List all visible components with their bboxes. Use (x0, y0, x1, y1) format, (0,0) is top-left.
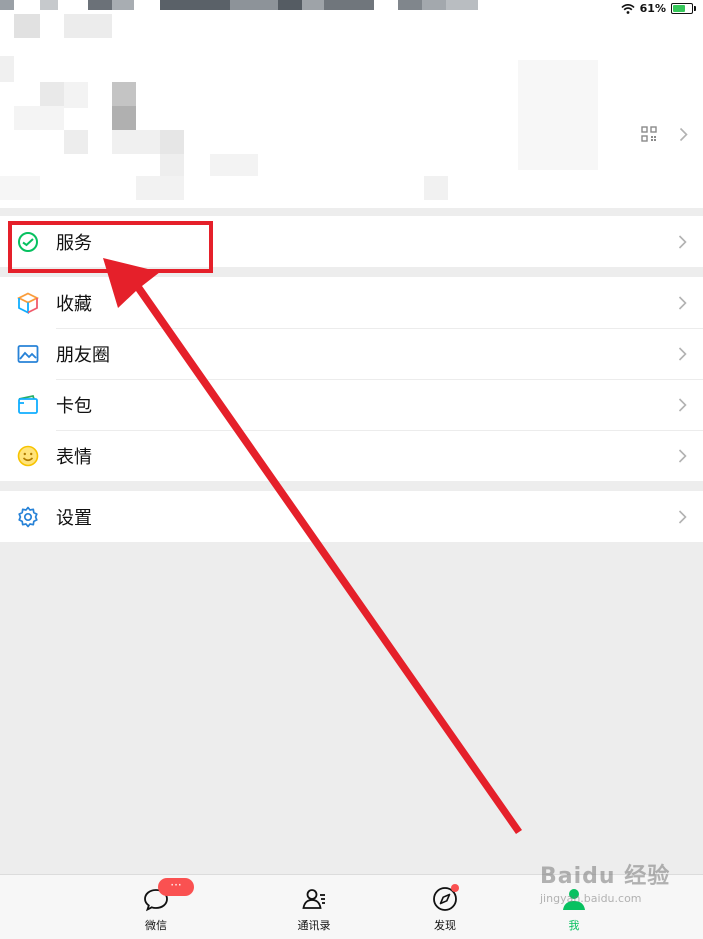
main-menu-group: 收藏 朋友圈 卡包 表情 (0, 277, 703, 481)
menu-item-label: 卡包 (56, 395, 92, 417)
tab-discover[interactable]: 发现 (405, 875, 485, 939)
battery-percentage: 61% (639, 2, 666, 15)
chevron-right-icon (679, 127, 688, 142)
baidu-watermark: Baidu 经验 jingyan.baidu.com (540, 858, 670, 905)
menu-item-moments[interactable]: 朋友圈 (0, 328, 703, 379)
watermark-logo: Baidu 经验 (540, 864, 671, 889)
profile-header[interactable] (0, 0, 703, 208)
chevron-right-icon (678, 295, 687, 310)
menu-item-label: 设置 (56, 507, 92, 529)
chevron-right-icon (678, 509, 687, 524)
cube-icon (16, 291, 40, 314)
notification-dot (451, 884, 459, 892)
menu-item-favorites[interactable]: 收藏 (0, 277, 703, 328)
qr-code-icon[interactable] (641, 126, 657, 142)
tab-label: 通讯录 (297, 919, 331, 932)
status-bar: 61% (0, 0, 703, 18)
photo-icon (17, 344, 39, 363)
chevron-right-icon (678, 397, 687, 412)
tab-label: 微信 (145, 919, 167, 932)
tab-contacts[interactable]: 通讯录 (274, 875, 354, 939)
menu-item-label: 朋友圈 (56, 344, 110, 366)
wifi-icon (621, 3, 635, 14)
unread-badge: ··· (158, 878, 194, 896)
battery-icon (671, 3, 696, 14)
smiley-icon (17, 445, 39, 466)
tab-label: 发现 (434, 919, 456, 932)
watermark-url: jingyan.baidu.com (540, 892, 642, 905)
gear-icon (18, 506, 38, 527)
settings-group: 设置 (0, 491, 703, 542)
menu-item-label: 收藏 (56, 293, 92, 315)
chevron-right-icon (678, 346, 687, 361)
menu-item-stickers[interactable]: 表情 (0, 430, 703, 481)
menu-item-label: 表情 (56, 446, 92, 468)
menu-item-cards[interactable]: 卡包 (0, 379, 703, 430)
menu-item-settings[interactable]: 设置 (0, 491, 703, 542)
wallet-icon (18, 394, 38, 414)
highlight-box (8, 221, 213, 273)
contacts-icon (302, 889, 325, 909)
chevron-right-icon (678, 234, 687, 249)
chevron-right-icon (678, 448, 687, 463)
tab-label: 我 (568, 919, 580, 932)
